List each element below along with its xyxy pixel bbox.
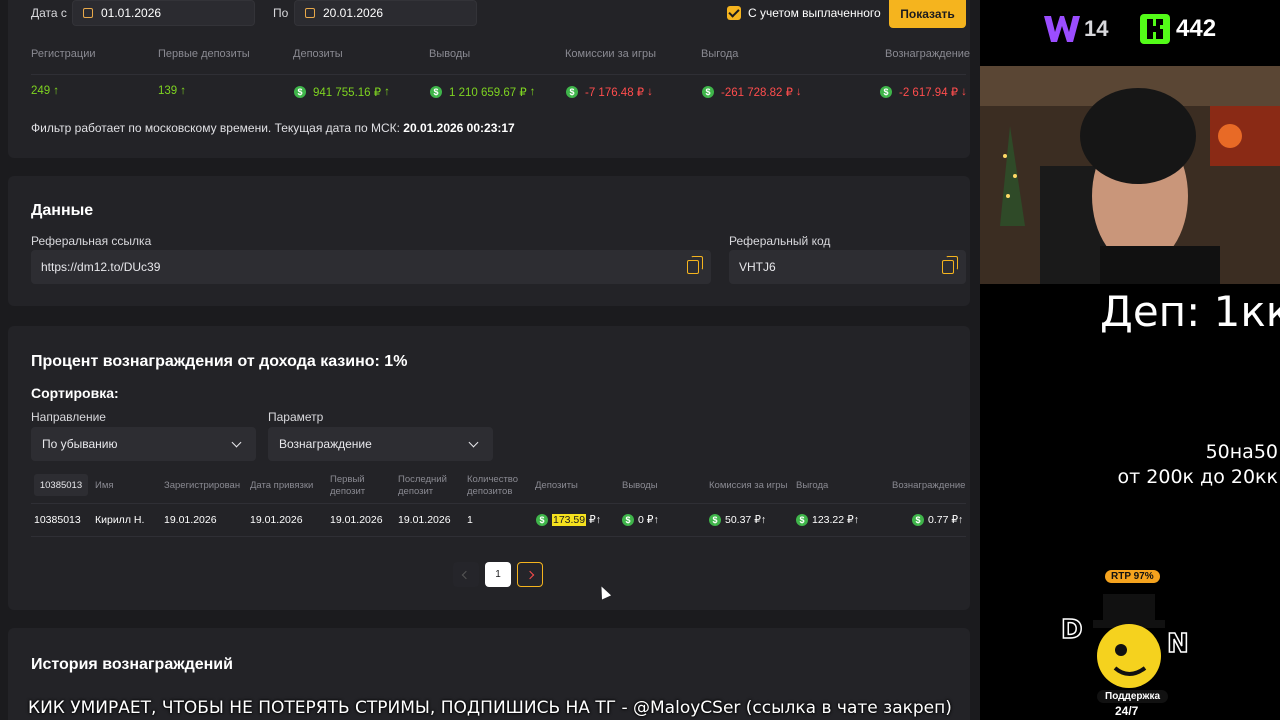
chevron-down-icon xyxy=(231,437,242,448)
th-name[interactable]: Имя xyxy=(95,480,114,492)
coin-icon: $ xyxy=(880,86,892,98)
param-label: Параметр xyxy=(268,410,324,424)
data-title: Данные xyxy=(31,202,94,219)
th-reward[interactable]: Вознаграждение xyxy=(892,480,965,492)
cell-deposits: $173.59 ₽↑ xyxy=(536,514,601,526)
ref-code-label: Реферальный код xyxy=(729,234,831,248)
dashboard: Дата с 01.01.2026 По 20.01.2026 С учетом… xyxy=(0,0,980,720)
coin-icon: $ xyxy=(430,86,442,98)
copy-icon[interactable] xyxy=(687,256,703,274)
stat-value-profit: $ -261 728.82 ₽ ↓ xyxy=(702,85,802,99)
ref-link-field[interactable]: https://dm12.to/DUc39 xyxy=(31,250,711,284)
reward-title: Процент вознаграждения от дохода казино:… xyxy=(31,353,408,370)
stat-value-registrations: 249 ↑ xyxy=(31,85,59,97)
coin-icon: $ xyxy=(566,86,578,98)
direction-label: Направление xyxy=(31,410,106,424)
th-deposits[interactable]: Депозиты xyxy=(535,480,578,492)
pagination-page-button[interactable]: 1 xyxy=(485,562,511,587)
svg-text:N: N xyxy=(1167,629,1189,659)
copy-icon[interactable] xyxy=(942,256,958,274)
stat-value-deposits: $941 755.16 ₽ ↑ xyxy=(294,85,390,99)
date-from-label: Дата с xyxy=(31,6,67,20)
stat-value-first-deposits: 139 ↑ xyxy=(158,85,186,97)
divider xyxy=(31,536,966,537)
stat-header-profit: Выгода xyxy=(701,48,739,60)
cell-profit: $123.22 ₽ ↑ xyxy=(796,514,859,526)
chevron-right-icon xyxy=(525,570,535,579)
coin-icon: $ xyxy=(709,514,721,526)
stat-value-reward: $ -2 617.94 ₽ ↓ xyxy=(880,85,967,99)
divider xyxy=(31,503,966,504)
ref-code-field[interactable]: VHTJ6 xyxy=(729,250,966,284)
divider xyxy=(31,74,966,75)
cell-reward: $0.77 ₽ ↑ xyxy=(912,514,963,526)
w-logo-icon xyxy=(1044,16,1080,42)
th-first-deposit[interactable]: Первый депозит xyxy=(330,474,365,498)
calendar-icon xyxy=(305,8,315,18)
id-filter-input[interactable]: 10385013 xyxy=(34,474,88,496)
cell-deposit-count: 1 xyxy=(467,514,473,526)
pagination-prev-button[interactable] xyxy=(453,562,479,587)
stat-header-first-deposits: Первые депозиты xyxy=(158,48,250,60)
cell-withdrawals: $0 ₽ ↑ xyxy=(622,514,659,526)
k-logo-icon xyxy=(1140,14,1170,44)
promo-badge: RTP 97% D N Поддержка 24/7 xyxy=(1055,568,1215,720)
svg-text:D: D xyxy=(1061,615,1083,645)
webcam-feed xyxy=(980,66,1280,284)
chevron-down-icon xyxy=(468,437,479,448)
cell-first-deposit: 19.01.2026 xyxy=(330,514,383,526)
th-registered[interactable]: Зарегистрирован xyxy=(164,480,240,492)
cell-name: Кирилл Н. xyxy=(95,514,145,526)
timezone-note: Фильтр работает по московскому времени. … xyxy=(31,121,515,135)
include-paid-checkbox[interactable] xyxy=(727,6,741,20)
param-select[interactable]: Вознаграждение xyxy=(268,427,493,461)
th-withdrawals[interactable]: Выводы xyxy=(622,480,658,492)
coin-icon: $ xyxy=(702,86,714,98)
ticker-text: КИК УМИРАЕТ, ЧТОБЫ НЕ ПОТЕРЯТЬ СТРИМЫ, П… xyxy=(28,698,952,718)
side-text-line1: 50на50 xyxy=(1205,441,1278,463)
include-paid-label: С учетом выплаченного xyxy=(748,6,881,20)
date-to-label: По xyxy=(273,6,289,20)
k-counter: 442 xyxy=(1138,12,1216,46)
th-deposit-count[interactable]: Количество депозитов xyxy=(467,474,518,498)
stat-value-withdrawals: $1 210 659.67 ₽ ↑ xyxy=(430,85,535,99)
date-to-input[interactable]: 20.01.2026 xyxy=(294,0,477,26)
stat-header-reward: Вознаграждение xyxy=(885,48,971,60)
calendar-icon xyxy=(83,8,93,18)
history-title: История вознаграждений xyxy=(31,656,233,673)
stat-header-registrations: Регистрации xyxy=(31,48,96,60)
stat-header-deposits: Депозиты xyxy=(293,48,343,60)
th-profit[interactable]: Выгода xyxy=(796,480,828,492)
th-bind-date[interactable]: Дата привязки xyxy=(250,480,313,492)
coin-icon: $ xyxy=(294,86,306,98)
show-button[interactable]: Показать xyxy=(889,0,966,28)
th-last-deposit[interactable]: Последний депозит xyxy=(398,474,447,498)
side-text-line2: от 200к до 20кк xyxy=(1117,466,1278,488)
stat-value-commissions: $ -7 176.48 ₽ ↓ xyxy=(566,85,653,99)
cell-bind-date: 19.01.2026 xyxy=(250,514,303,526)
ref-link-label: Реферальная ссылка xyxy=(31,234,152,248)
cell-id: 10385013 xyxy=(34,514,81,526)
pagination-next-button[interactable] xyxy=(517,562,543,587)
coin-icon: $ xyxy=(622,514,634,526)
date-from-input[interactable]: 01.01.2026 xyxy=(72,0,255,26)
cell-last-deposit: 19.01.2026 xyxy=(398,514,451,526)
stat-header-commissions: Комиссии за игры xyxy=(565,48,656,60)
coin-icon: $ xyxy=(536,514,548,526)
cell-registered: 19.01.2026 xyxy=(164,514,217,526)
coin-icon: $ xyxy=(912,514,924,526)
th-commission[interactable]: Комиссия за игры xyxy=(709,480,787,492)
direction-select[interactable]: По убыванию xyxy=(31,427,256,461)
stat-header-withdrawals: Выводы xyxy=(429,48,471,60)
deposit-overlay-text: Деп: 1кк xyxy=(1100,287,1280,336)
w-counter: 14 xyxy=(1042,12,1108,46)
cell-commission: $50.37 ₽ ↑ xyxy=(709,514,766,526)
chevron-left-icon xyxy=(461,570,471,579)
coin-icon: $ xyxy=(796,514,808,526)
sort-title: Сортировка: xyxy=(31,385,119,401)
